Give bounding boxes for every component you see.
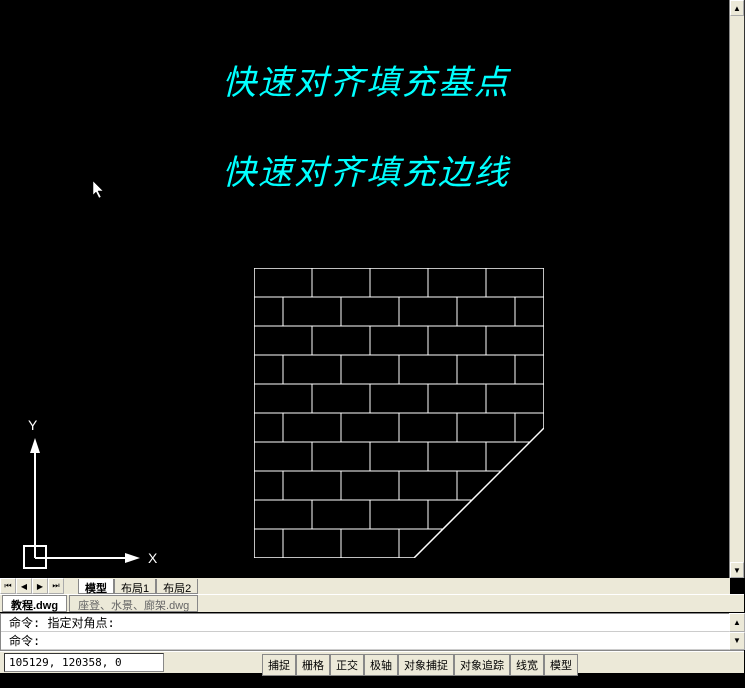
cursor-icon	[92, 180, 106, 200]
scroll-down-icon[interactable]: ▼	[729, 632, 745, 651]
osnap-toggle[interactable]: 对象捕捉	[398, 654, 454, 676]
snap-toggle[interactable]: 捕捉	[262, 654, 296, 676]
tab-layout1[interactable]: 布局1	[114, 579, 156, 594]
scroll-down-icon[interactable]: ▼	[730, 562, 744, 578]
command-history-line: 命令: 指定对角点:	[1, 614, 743, 632]
ucs-axis-icon: Y X	[10, 418, 160, 578]
drawing-text-1: 快速对齐填充基点	[222, 55, 510, 104]
vertical-scrollbar[interactable]: ▲ ▼	[729, 0, 744, 578]
command-prompt: 命令:	[9, 614, 40, 631]
command-text: 指定对角点:	[47, 614, 114, 631]
tab-next-icon[interactable]: ▶	[32, 578, 48, 594]
coordinates-display[interactable]: 105129, 120358, 0	[4, 653, 164, 672]
model-toggle[interactable]: 模型	[544, 654, 578, 676]
file-tab-1[interactable]: 教程.dwg	[2, 595, 67, 612]
document-tabs: 教程.dwg 座登、水景、廊架.dwg	[0, 594, 744, 612]
lineweight-toggle[interactable]: 线宽	[510, 654, 544, 676]
grid-toggle[interactable]: 栅格	[296, 654, 330, 676]
drawing-canvas[interactable]: 快速对齐填充基点 快速对齐填充边线	[0, 0, 745, 578]
tab-first-icon[interactable]: ⏮	[0, 578, 16, 594]
file-tab-2[interactable]: 座登、水景、廊架.dwg	[69, 595, 198, 612]
otrack-toggle[interactable]: 对象追踪	[454, 654, 510, 676]
polar-toggle[interactable]: 极轴	[364, 654, 398, 676]
command-scrollbar[interactable]: ▲ ▼	[729, 613, 745, 650]
tab-model[interactable]: 模型	[78, 579, 114, 594]
svg-text:X: X	[148, 550, 158, 566]
command-prompt: 命令:	[9, 632, 40, 649]
drawing-text-2: 快速对齐填充边线	[222, 145, 510, 194]
scroll-up-icon[interactable]: ▲	[730, 0, 744, 16]
scroll-up-icon[interactable]: ▲	[729, 613, 745, 632]
tab-layout2[interactable]: 布局2	[156, 579, 198, 594]
svg-text:Y: Y	[28, 418, 38, 433]
status-toggles: 捕捉 栅格 正交 极轴 对象捕捉 对象追踪 线宽 模型	[262, 654, 578, 676]
tab-last-icon[interactable]: ⏭	[48, 578, 64, 594]
hatch-brick-shape	[254, 268, 544, 558]
command-input-line[interactable]: 命令:	[1, 632, 743, 650]
command-panel: 命令: 指定对角点: 命令:	[0, 613, 744, 651]
layout-tabs: 模型 布局1 布局2	[78, 578, 198, 594]
status-bar: 105129, 120358, 0 捕捉 栅格 正交 极轴 对象捕捉 对象追踪 …	[0, 651, 744, 673]
ortho-toggle[interactable]: 正交	[330, 654, 364, 676]
tab-prev-icon[interactable]: ◀	[16, 578, 32, 594]
